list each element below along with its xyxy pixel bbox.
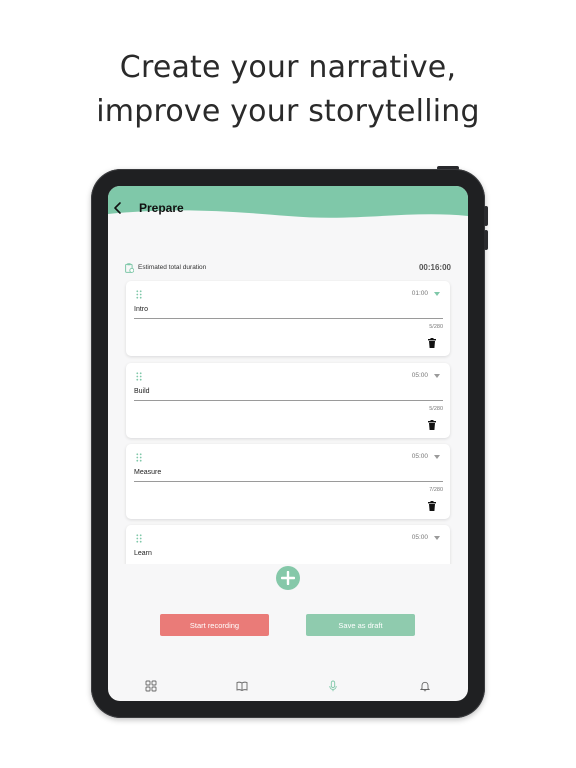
trash-icon[interactable] [428,501,436,511]
input-underline [134,400,443,401]
character-count: 7/280 [429,487,443,493]
duration-label: Estimated total duration [138,264,207,271]
device-volume-up-button [484,206,488,226]
section-card-intro[interactable]: 01:00 Intro 5/280 [126,281,450,356]
section-name-input[interactable]: Learn [134,550,152,557]
page-title: Prepare [139,201,184,215]
bottom-tab-bar [108,674,468,698]
estimated-duration-row: Estimated total duration 00:16:00 [125,262,451,276]
section-name-input[interactable]: Measure [134,469,161,476]
section-name-input[interactable]: Build [134,388,150,395]
duration-value: 00:16:00 [418,263,451,272]
section-name-input[interactable]: Intro [134,306,148,313]
add-section-button[interactable] [276,566,300,590]
character-count: 5/280 [429,324,443,330]
section-card-learn[interactable]: 05:00 Learn [126,525,450,564]
section-time[interactable]: 01:00 [412,290,428,297]
trash-icon[interactable] [428,420,436,430]
trash-icon[interactable] [428,338,436,348]
caret-down-icon[interactable] [434,292,440,296]
drag-handle-icon[interactable] [136,372,142,381]
plus-icon [281,571,295,585]
headline-line-1: Create your narrative, [119,50,457,85]
input-underline [134,481,443,482]
section-list[interactable]: 01:00 Intro 5/280 05:00 Build 5/280 05:0… [108,280,468,564]
device-volume-down-button [484,230,488,250]
book-icon[interactable] [236,680,248,692]
caret-down-icon[interactable] [434,374,440,378]
grid-icon[interactable] [145,680,157,692]
section-time[interactable]: 05:00 [412,372,428,379]
save-as-draft-button[interactable]: Save as draft [306,614,415,636]
start-recording-button[interactable]: Start recording [160,614,269,636]
headline-line-2: improve your storytelling [96,94,480,129]
clock-icon [125,263,134,273]
input-underline [134,318,443,319]
drag-handle-icon[interactable] [136,290,142,299]
drag-handle-icon[interactable] [136,534,142,543]
microphone-icon[interactable] [327,680,339,692]
chevron-left-icon[interactable] [112,201,124,215]
headline: Create your narrative, improve your stor… [0,46,576,134]
section-card-build[interactable]: 05:00 Build 5/280 [126,363,450,438]
bell-icon[interactable] [419,680,431,692]
app-screen: Prepare Estimated total duration 00:16:0… [108,186,468,701]
character-count: 5/280 [429,406,443,412]
section-time[interactable]: 05:00 [412,534,428,541]
caret-down-icon[interactable] [434,536,440,540]
section-time[interactable]: 05:00 [412,453,428,460]
section-card-measure[interactable]: 05:00 Measure 7/280 [126,444,450,519]
drag-handle-icon[interactable] [136,453,142,462]
caret-down-icon[interactable] [434,455,440,459]
